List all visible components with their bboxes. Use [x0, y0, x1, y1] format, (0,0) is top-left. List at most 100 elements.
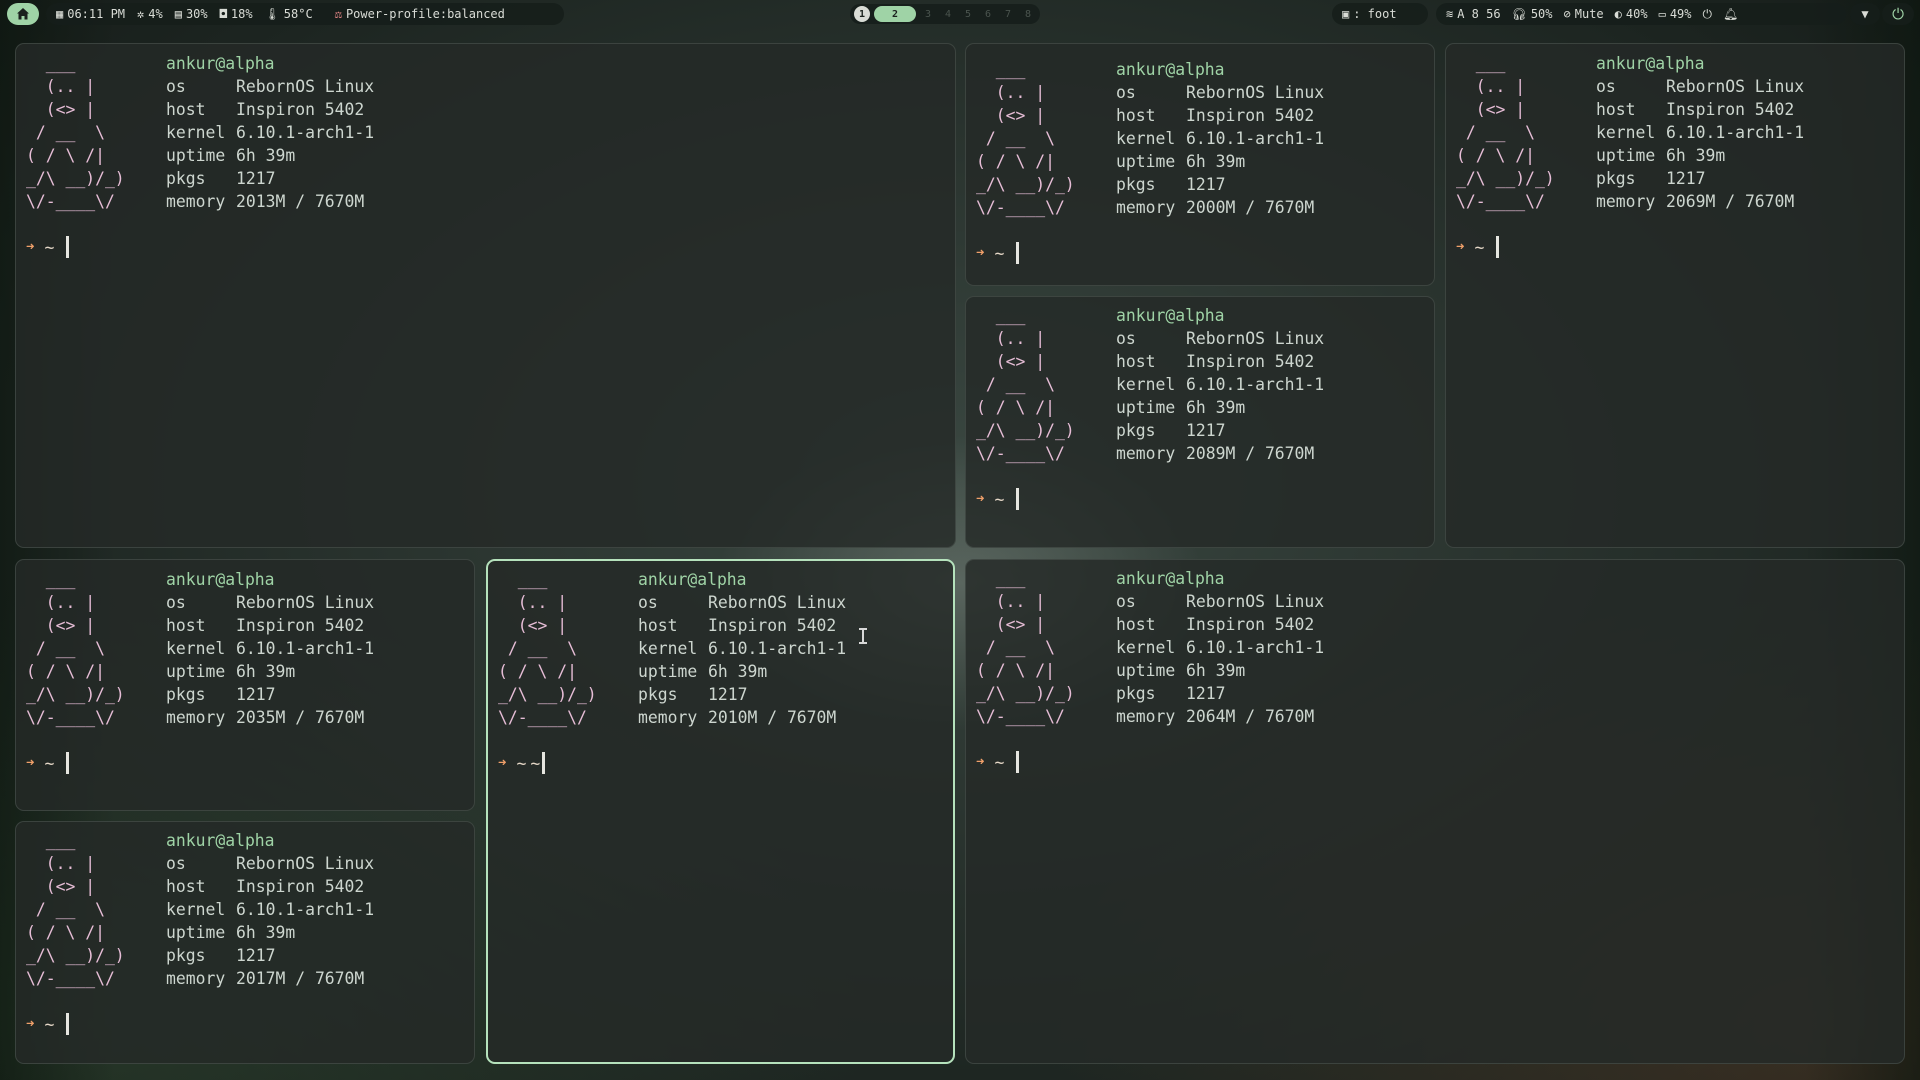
disk-icon: ◘ [219, 7, 227, 21]
shell-prompt[interactable]: ➜ ~ [26, 236, 70, 258]
prompt-arrow-icon: ➜ [976, 491, 985, 507]
prompt-arrow-icon: ➜ [26, 1016, 35, 1032]
shell-prompt[interactable]: ➜ ~ [26, 752, 70, 774]
disk-usage[interactable]: ◘ 18% [220, 7, 253, 21]
top-bar: ▦ 06:11 PM ✲ 4% ▤ 30% ◘ 18% 🌡︎ 58°C ⚖ Power-pr… [0, 0, 1920, 30]
brightness-icon: ◐ [1614, 7, 1622, 21]
balance-icon: ⚖ [334, 7, 342, 21]
system-stats-module: ▦ 06:11 PM ✲ 4% ▤ 30% ◘ 18% 🌡︎ 58°C ⚖ Power-pr… [46, 3, 564, 25]
shell-prompt[interactable]: ➜ ~ [26, 1013, 70, 1035]
terminal-window-5[interactable]: ___ (.. | (<> | / __ \ ( / \ /| _/\ __)/… [15, 559, 475, 811]
mic-muted-icon: ⊘ [1563, 7, 1571, 21]
cpu-usage[interactable]: ✲ 4% [137, 7, 163, 21]
ascii-logo: ___ (.. | (<> | / __ \ ( / \ /| _/\ __)/… [26, 570, 125, 727]
terminal-window-6-focused[interactable]: ___ (.. | (<> | / __ \ ( / \ /| _/\ __)/… [486, 559, 955, 1064]
fetch-output: ___ (.. | (<> | / __ \ ( / \ /| _/\ __)/… [1456, 52, 1804, 213]
terminal-window-4[interactable]: ___ (.. | (<> | / __ \ ( / \ /| _/\ __)/… [965, 296, 1435, 548]
shell-prompt[interactable]: ➜ ~ ~ [498, 752, 546, 774]
system-info: ankur@alpha os RebornOS Linux host Inspiro… [1596, 54, 1805, 211]
ascii-logo: ___ (.. | (<> | / __ \ ( / \ /| _/\ __)/… [498, 570, 597, 727]
workspace-5[interactable]: 5 [960, 6, 976, 22]
prompt-arrow-icon: ➜ [1456, 239, 1465, 255]
notifications[interactable]: 🔔︎ [1723, 8, 1738, 20]
wifi-icon: ≋ [1446, 7, 1454, 21]
cpu-icon: ✲ [137, 7, 145, 21]
terminal-window-2[interactable]: ___ (.. | (<> | / __ \ ( / \ /| _/\ __)/… [965, 43, 1435, 286]
terminal-window-8[interactable]: ___ (.. | (<> | / __ \ ( / \ /| _/\ __)/… [15, 821, 475, 1064]
prompt-arrow-icon: ➜ [976, 754, 985, 770]
shell-prompt[interactable]: ➜ ~ [976, 242, 1020, 264]
tray-toggle[interactable]: ▼ [1850, 3, 1880, 25]
prompt-arrow-icon: ➜ [26, 239, 35, 255]
terminal-window-3[interactable]: ___ (.. | (<> | / __ \ ( / \ /| _/\ __)/… [1445, 43, 1905, 548]
ascii-logo: ___ (.. | (<> | / __ \ ( / \ /| _/\ __)/… [26, 831, 125, 988]
temperature[interactable]: 🌡︎ 58°C [265, 7, 313, 21]
text-cursor [66, 1013, 70, 1035]
system-info: ankur@alpha os RebornOS Linux host Inspiro… [1116, 306, 1325, 463]
system-info: ankur@alpha os RebornOS Linux host Inspiro… [638, 570, 847, 727]
fetch-output: ___ (.. | (<> | / __ \ ( / \ /| _/\ __)/… [976, 567, 1324, 728]
fetch-output: ___ (.. | (<> | / __ \ ( / \ /| _/\ __)/… [26, 829, 374, 990]
window-icon: ▣ [1342, 7, 1350, 21]
status-module: ≋ A 8 56 🎧︎ 50% ⊘ Mute ◐ 40% ▭ 49% ⏻ 🔔︎ [1436, 3, 1846, 25]
text-cursor [1016, 751, 1020, 773]
system-info: ankur@alpha os RebornOS Linux host Inspiro… [166, 54, 375, 211]
microphone-status[interactable]: ⊘ Mute [1564, 7, 1604, 21]
power-button[interactable]: ⏻ [1882, 3, 1914, 25]
memory-usage[interactable]: ▤ 30% [175, 7, 208, 21]
ascii-logo: ___ (.. | (<> | / __ \ ( / \ /| _/\ __)/… [976, 60, 1075, 217]
fetch-output: ___ (.. | (<> | / __ \ ( / \ /| _/\ __)/… [976, 58, 1324, 219]
battery[interactable]: ▭ 49% [1659, 7, 1692, 21]
fetch-output: ___ (.. | (<> | / __ \ ( / \ /| _/\ __)/… [976, 304, 1324, 465]
headphones-icon: 🎧︎ [1511, 7, 1527, 21]
memory-icon: ▤ [174, 7, 182, 21]
terminal-window-7[interactable]: ___ (.. | (<> | / __ \ ( / \ /| _/\ __)/… [965, 559, 1905, 1064]
prompt-arrow-icon: ➜ [976, 245, 985, 261]
text-cursor [542, 752, 546, 774]
ascii-logo: ___ (.. | (<> | / __ \ ( / \ /| _/\ __)/… [1456, 54, 1555, 211]
text-cursor [66, 236, 70, 258]
launcher-button[interactable] [7, 3, 39, 25]
wifi-status[interactable]: ≋ A 8 56 [1446, 7, 1501, 21]
workspace-1[interactable]: 1 [854, 6, 870, 22]
audio-volume[interactable]: 🎧︎ 50% [1512, 7, 1553, 21]
shell-prompt[interactable]: ➜ ~ [1456, 236, 1500, 258]
power-profile[interactable]: ⚖ Power-profile:balanced [335, 7, 505, 21]
system-info: ankur@alpha os RebornOS Linux host Inspiro… [166, 570, 375, 727]
terminal-window-1[interactable]: ___ (.. | (<> | / __ \ ( / \ /| _/\ __)/… [15, 43, 956, 548]
text-cursor [1016, 488, 1020, 510]
text-cursor [1496, 236, 1500, 258]
prompt-arrow-icon: ➜ [498, 755, 507, 771]
window-title-module: ▣: foot [1332, 3, 1428, 25]
ascii-logo: ___ (.. | (<> | / __ \ ( / \ /| _/\ __)/… [976, 569, 1075, 726]
shell-prompt[interactable]: ➜ ~ [976, 751, 1020, 773]
system-info: ankur@alpha os RebornOS Linux host Inspiro… [166, 831, 375, 988]
mouse-ibeam-cursor [859, 628, 867, 644]
bell-icon: 🔔︎ [1723, 7, 1739, 21]
system-info: ankur@alpha os RebornOS Linux host Inspiro… [1116, 569, 1325, 726]
workspace-3[interactable]: 3 [920, 6, 936, 22]
text-cursor [66, 752, 70, 774]
workspace-4[interactable]: 4 [940, 6, 956, 22]
battery-icon: ▭ [1658, 7, 1666, 21]
calendar-icon: ▦ [56, 7, 64, 21]
power-saver-toggle[interactable]: ⏻ [1703, 8, 1713, 20]
workspace-2[interactable]: 2 [874, 6, 916, 22]
fetch-output: ___ (.. | (<> | / __ \ ( / \ /| _/\ __)/… [498, 568, 846, 729]
window-title: : foot [1353, 7, 1397, 21]
home-icon [17, 8, 29, 20]
brightness[interactable]: ◐ 40% [1615, 7, 1648, 21]
plug-icon: ⏻ [1702, 7, 1713, 21]
prompt-arrow-icon: ➜ [26, 755, 35, 771]
fetch-output: ___ (.. | (<> | / __ \ ( / \ /| _/\ __)/… [26, 52, 374, 213]
workspace-6[interactable]: 6 [980, 6, 996, 22]
shell-prompt[interactable]: ➜ ~ [976, 488, 1020, 510]
workspace-switcher: 1 2 3 4 5 6 7 8 [850, 4, 1040, 24]
fetch-output: ___ (.. | (<> | / __ \ ( / \ /| _/\ __)/… [26, 568, 374, 729]
clock[interactable]: ▦ 06:11 PM [56, 7, 125, 21]
workspace-7[interactable]: 7 [1000, 6, 1016, 22]
workspace-8[interactable]: 8 [1020, 6, 1036, 22]
system-info: ankur@alpha os RebornOS Linux host Inspiro… [1116, 60, 1325, 217]
chevron-down-icon: ▼ [1861, 7, 1869, 21]
thermometer-icon: 🌡︎ [264, 7, 280, 21]
